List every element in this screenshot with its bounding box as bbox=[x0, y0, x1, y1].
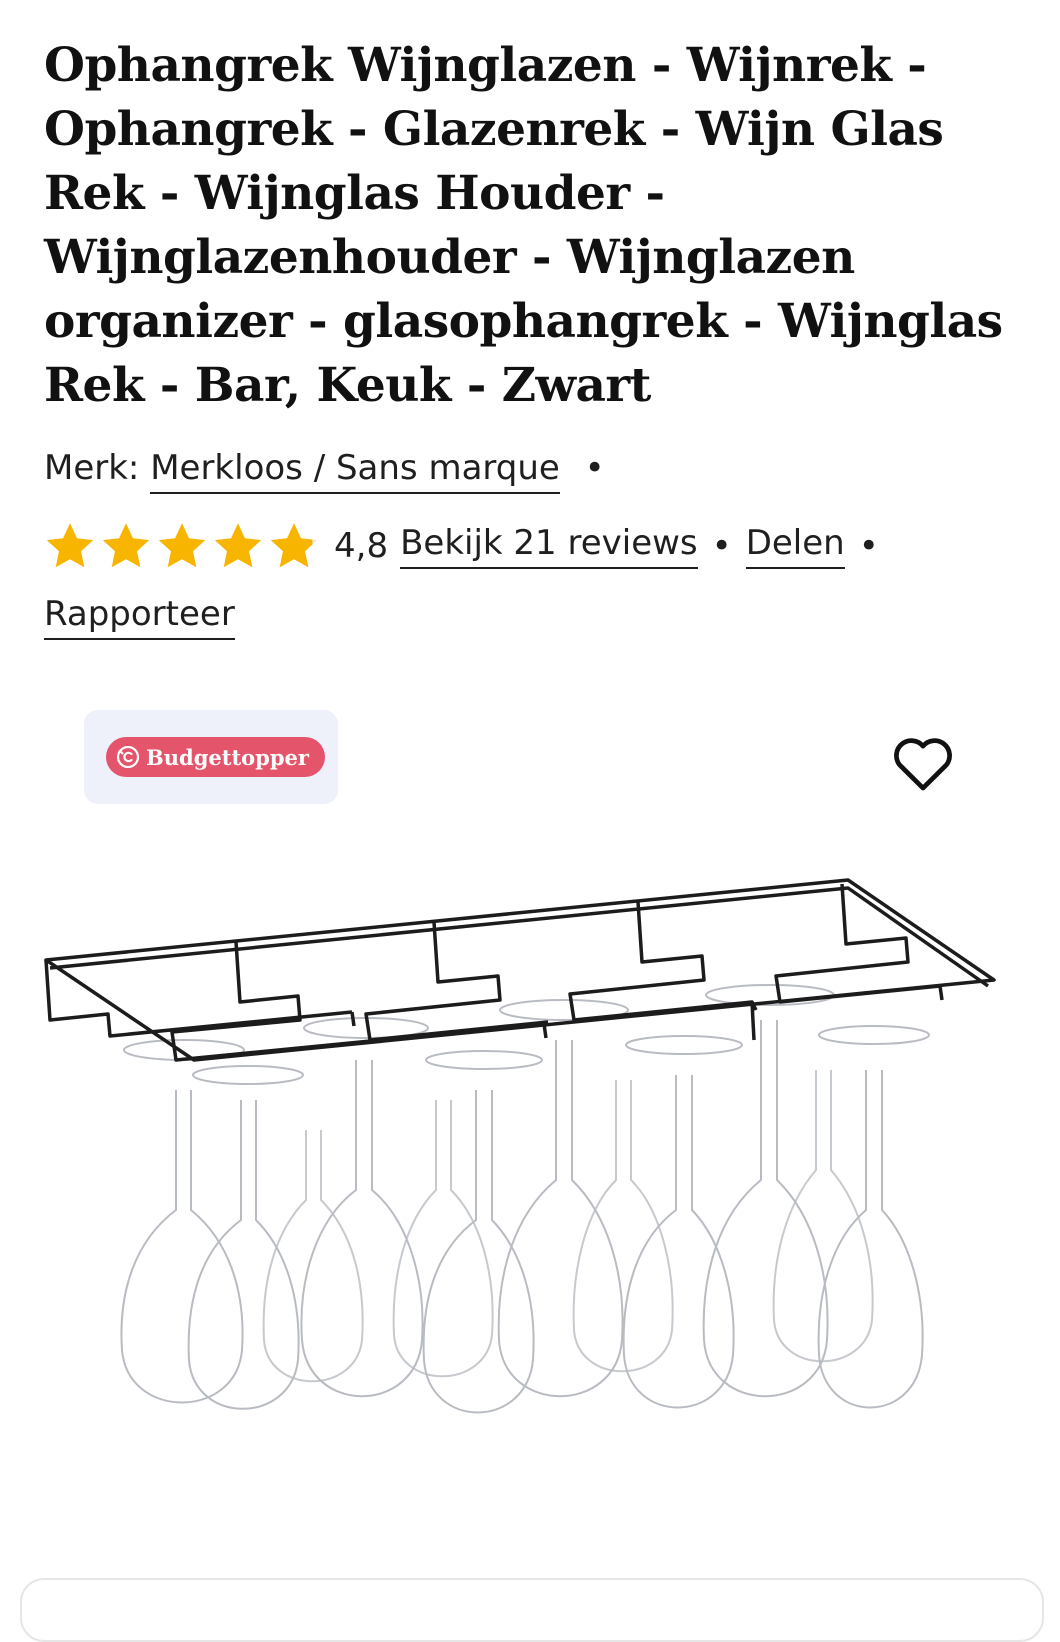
brand-label: Merk: bbox=[44, 448, 140, 488]
star-icon bbox=[270, 523, 318, 568]
budgettopper-badge: Budgettopper bbox=[106, 737, 325, 777]
badge-label: Budgettopper bbox=[146, 744, 309, 770]
star-icon bbox=[46, 523, 94, 568]
bottom-card bbox=[20, 1578, 1044, 1642]
brand-row: Merk: Merkloos / Sans marque • bbox=[44, 448, 619, 494]
star-icon bbox=[102, 523, 150, 568]
share-link[interactable]: Delen bbox=[745, 523, 845, 569]
wine-rack bbox=[44, 878, 996, 1062]
separator-dot: • bbox=[711, 526, 732, 566]
report-link[interactable]: Rapporteer bbox=[44, 594, 235, 640]
separator-dot: • bbox=[584, 448, 605, 488]
brand-link[interactable]: Merkloos / Sans marque bbox=[150, 448, 560, 494]
report-row: Rapporteer bbox=[44, 594, 235, 640]
budgettopper-icon bbox=[116, 745, 140, 769]
separator-dot: • bbox=[858, 526, 879, 566]
star-rating[interactable] bbox=[44, 520, 320, 572]
reviews-link[interactable]: Bekijk 21 reviews bbox=[400, 523, 698, 569]
product-image[interactable] bbox=[36, 860, 1006, 1460]
rating-value: 4,8 bbox=[334, 526, 389, 566]
star-icon bbox=[214, 523, 262, 568]
product-title: Ophangrek Wijnglazen - Wijnrek - Ophangr… bbox=[44, 38, 1003, 413]
wine-glasses bbox=[120, 984, 930, 1414]
rating-row: 4,8 Bekijk 21 reviews • Delen • bbox=[44, 520, 893, 572]
badge-container: Budgettopper bbox=[84, 710, 338, 804]
heart-icon[interactable] bbox=[890, 734, 956, 792]
star-icon bbox=[158, 523, 206, 568]
